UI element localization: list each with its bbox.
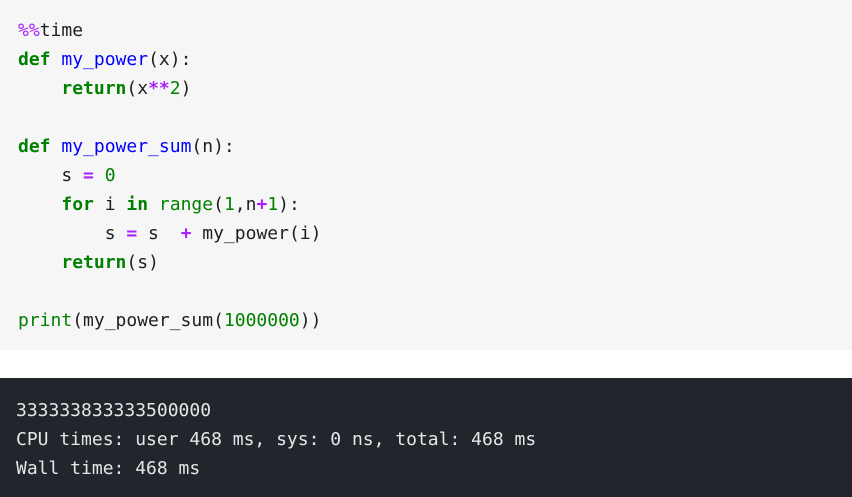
code-token-magic: %% [18, 20, 40, 41]
code-token-txt: ,n [234, 194, 257, 215]
code-token-txt: s [18, 165, 84, 186]
code-token-num: 2 [169, 78, 181, 99]
code-token-txt: ( [213, 194, 224, 215]
code-token-kw: for [61, 194, 94, 215]
code-token-txt: s [137, 223, 181, 244]
output-line-wall-time: Wall time: 468 ms [16, 458, 201, 479]
code-token-txt: ): [278, 194, 300, 215]
code-cell[interactable]: %%time def my_power(x): return(x**2) def m… [0, 0, 852, 350]
code-token-fn: my_power [61, 49, 149, 70]
code-token-txt: time [39, 20, 84, 41]
code-token-txt: )) [299, 310, 322, 331]
code-token-num: 0 [104, 165, 116, 186]
output-text: 333333833333500000 CPU times: user 468 ms… [16, 396, 536, 483]
code-token-fn: my_power_sum [61, 136, 192, 157]
code-line: def my_power(x): [18, 45, 321, 74]
code-token-kw: in [126, 194, 149, 215]
code-token-kw: return [61, 252, 127, 273]
code-line: s = 0 [18, 161, 321, 190]
code-line: def my_power_sum(n): [18, 132, 321, 161]
code-line: return(s) [18, 248, 321, 277]
code-line: %%time [18, 16, 321, 45]
code-token-op: = [126, 223, 138, 244]
code-token-num: 1000000 [223, 310, 300, 331]
code-token-num: 1 [267, 194, 279, 215]
code-token-txt: (s) [126, 252, 159, 273]
code-editor[interactable]: %%time def my_power(x): return(x**2) def m… [18, 16, 321, 335]
output-cell: 333333833333500000 CPU times: user 468 ms… [0, 378, 852, 497]
code-token-op: ** [148, 78, 170, 99]
code-token-bi: range [158, 194, 214, 215]
code-token-num: 1 [223, 194, 235, 215]
code-token-kw: def [18, 49, 51, 70]
code-line: for i in range(1,n+1): [18, 190, 321, 219]
code-token-txt: ) [180, 78, 192, 99]
code-token-txt: (my_power_sum( [72, 310, 224, 331]
code-line: print(my_power_sum(1000000)) [18, 306, 321, 335]
code-token-txt: s [18, 223, 127, 244]
code-token-bi: print [18, 310, 73, 331]
code-token-txt: (x): [148, 49, 192, 70]
output-line-result: 333333833333500000 [16, 400, 212, 421]
code-token-txt: i [93, 194, 127, 215]
code-line: s = s + my_power(i) [18, 219, 322, 248]
code-token-kw: def [18, 136, 51, 157]
code-token-op: + [180, 223, 192, 244]
code-token-op: = [83, 165, 94, 186]
code-line: return(x**2) [18, 74, 321, 103]
code-token-op: + [256, 194, 268, 215]
code-token-txt: my_power(i) [191, 223, 322, 244]
output-line-cpu-times: CPU times: user 468 ms, sys: 0 ns, total… [16, 429, 537, 450]
code-token-kw: return [61, 78, 127, 99]
code-token-txt: (x [126, 78, 149, 99]
code-token-txt: (n): [191, 136, 235, 157]
